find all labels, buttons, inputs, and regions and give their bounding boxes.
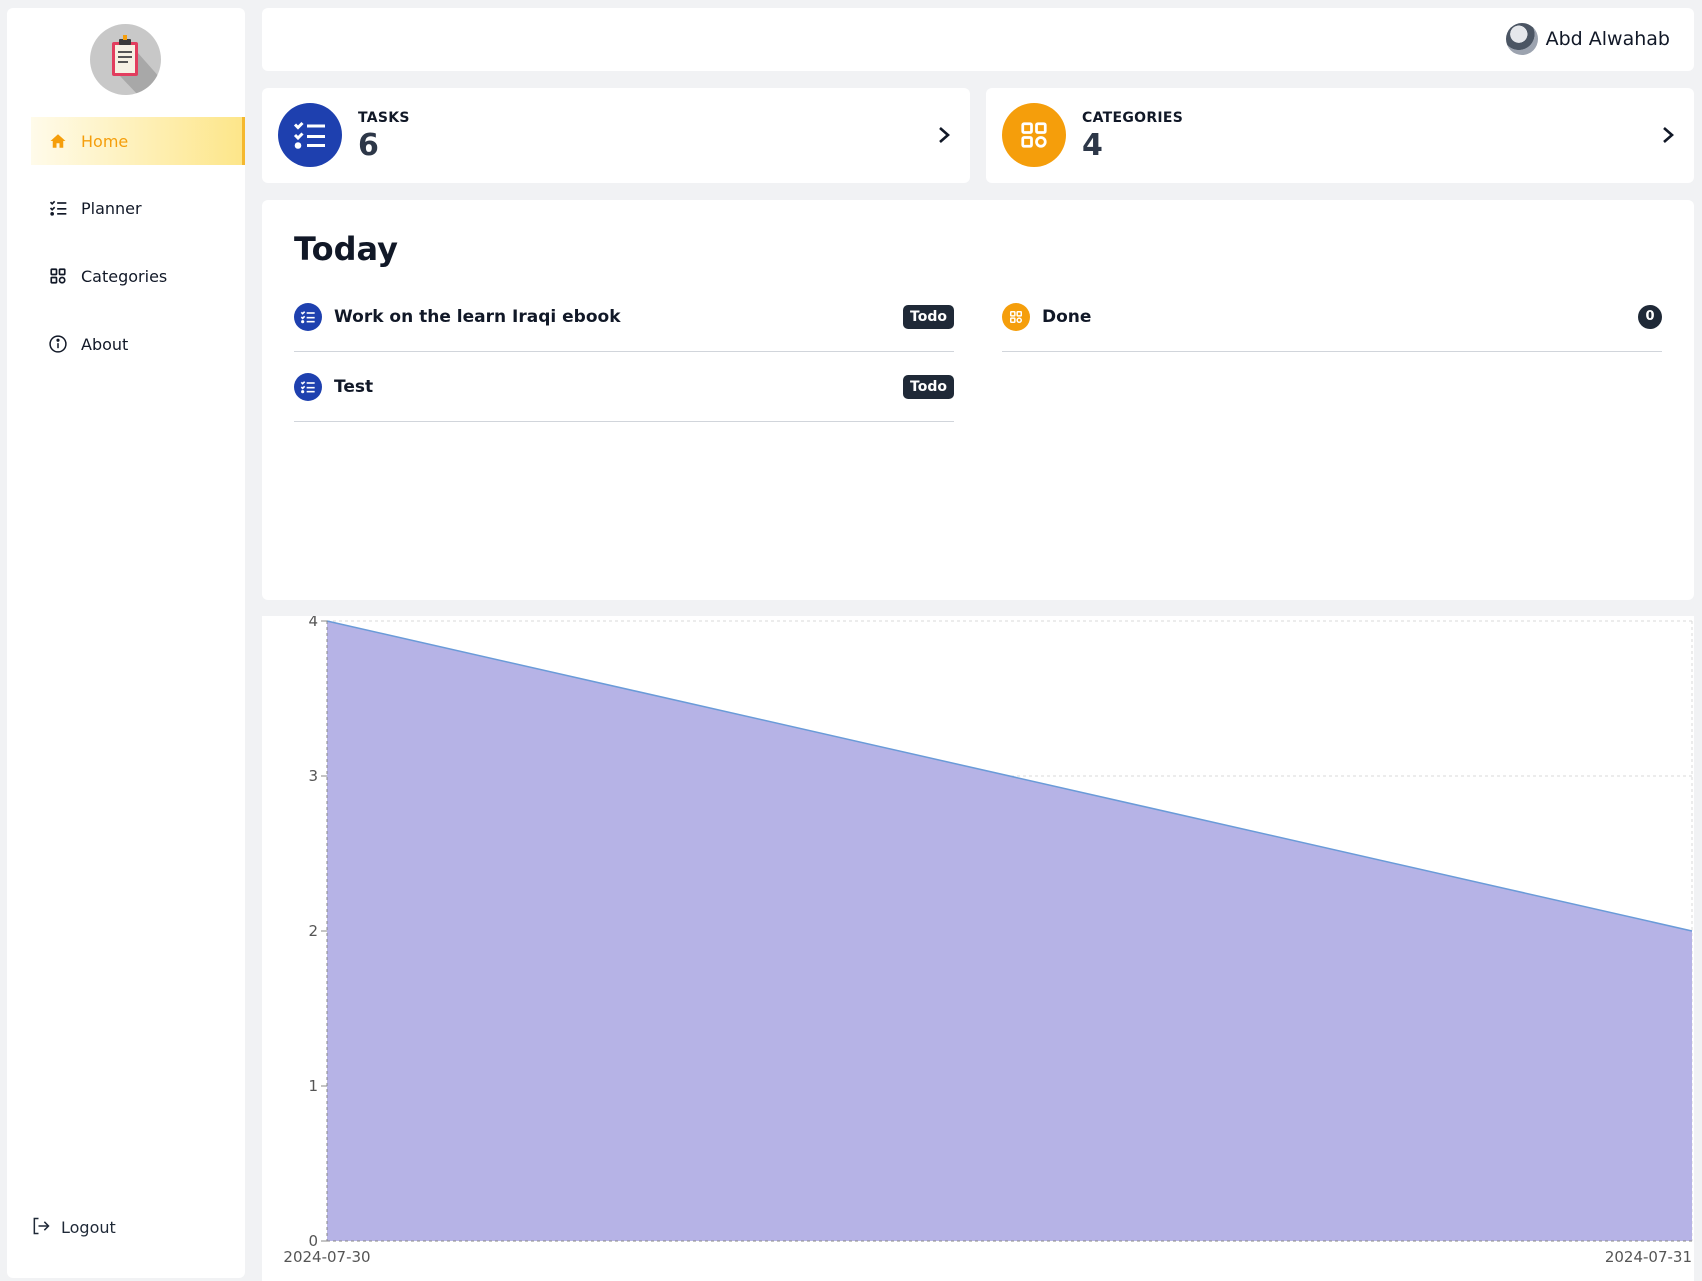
sidebar-item-categories[interactable]: Categories [31,252,245,300]
sidebar-item-label: Home [81,131,129,151]
tasks-label: TASKS [358,110,410,126]
categories-card[interactable]: CATEGORIES 4 [986,88,1694,183]
y-tick-label: 2 [308,922,318,940]
app-logo[interactable] [90,24,161,95]
count-badge: 0 [1638,304,1662,329]
y-tick-label: 1 [308,1077,318,1095]
y-tick-label: 4 [308,616,318,630]
list-check-icon [47,197,69,219]
status-badge: Todo [903,304,954,329]
task-row[interactable]: Test Todo [294,352,954,422]
categories-label: CATEGORIES [1082,110,1184,126]
chevron-right-icon [939,127,950,143]
today-title: Today [294,230,398,268]
tasks-count: 6 [358,128,379,163]
status-badge: Todo [903,374,954,399]
chevron-right-icon [1663,127,1674,143]
logout-button[interactable]: Logout [31,1216,116,1238]
top-header: Abd Alwahab [262,8,1694,71]
categories-icon [1002,103,1066,167]
categories-count: 4 [1082,128,1103,163]
sidebar-item-label: Planner [81,198,142,218]
logout-label: Logout [61,1217,116,1237]
task-name: Work on the learn Iraqi ebook [334,306,621,327]
y-tick-label: 3 [308,767,318,785]
category-icon [1002,302,1030,331]
avatar [1505,23,1538,55]
home-icon [47,130,69,152]
info-icon [47,333,69,355]
tasks-chart: 0 1 2 3 4 2024-07-30 2024-07-31 [262,616,1694,1281]
user-name: Abd Alwahab [1545,28,1670,50]
tasks-card[interactable]: TASKS 6 [262,88,970,183]
x-tick-label: 2024-07-30 [283,1248,370,1266]
sidebar-item-label: About [81,334,129,354]
grid-icon [47,265,69,287]
sidebar: Home Planner Categories About Logout [7,8,245,1278]
sidebar-item-planner[interactable]: Planner [31,184,245,232]
task-row[interactable]: Work on the learn Iraqi ebook Todo [294,282,954,352]
sidebar-item-label: Categories [81,266,168,286]
x-tick-label: 2024-07-31 [1605,1248,1692,1266]
task-name: Test [334,376,374,397]
logout-icon [31,1216,53,1238]
category-row[interactable]: Done 0 [1002,282,1662,352]
today-panel: Today Work on the learn Iraqi ebook Todo… [262,200,1694,600]
task-icon [294,372,322,401]
area-chart: 012342024-07-30 2024-07-31 [283,616,1693,1266]
area-fill [327,621,1692,1241]
sidebar-item-home[interactable]: Home [31,117,245,165]
tasks-icon [278,103,342,167]
sidebar-item-about[interactable]: About [31,320,245,368]
user-menu[interactable]: Abd Alwahab [1505,23,1670,55]
clipboard-icon [112,35,161,95]
category-name: Done [1042,306,1092,327]
task-icon [294,302,322,331]
